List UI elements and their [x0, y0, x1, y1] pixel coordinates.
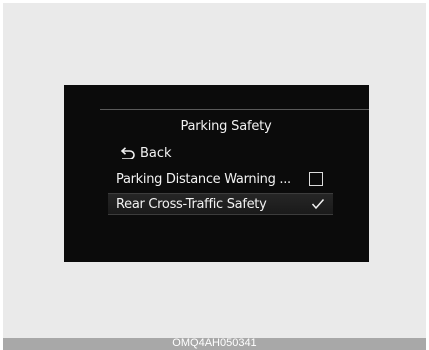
menu-item-parking-distance-warning[interactable]: Parking Distance Warning ... — [108, 169, 333, 189]
menu-title: Parking Safety — [180, 119, 272, 134]
back-label: Back — [140, 145, 172, 161]
checkbox-empty-icon[interactable] — [309, 172, 323, 186]
back-arrow-icon — [120, 147, 135, 159]
figure-code-caption: OMQ4AH050341 — [172, 337, 257, 349]
menu-item-label: Parking Distance Warning ... — [116, 171, 291, 187]
caption-bar: OMQ4AH050341 — [3, 337, 426, 350]
back-button[interactable]: Back — [120, 143, 172, 163]
figure-frame: Parking Safety Back Parking Distance War… — [3, 3, 426, 338]
infotainment-screen: Parking Safety Back Parking Distance War… — [64, 85, 369, 262]
menu-item-rear-cross-traffic-safety[interactable]: Rear Cross-Traffic Safety — [108, 193, 333, 215]
menu-item-label: Rear Cross-Traffic Safety — [116, 196, 267, 212]
checkmark-icon[interactable] — [311, 198, 325, 210]
header-divider — [100, 109, 369, 110]
